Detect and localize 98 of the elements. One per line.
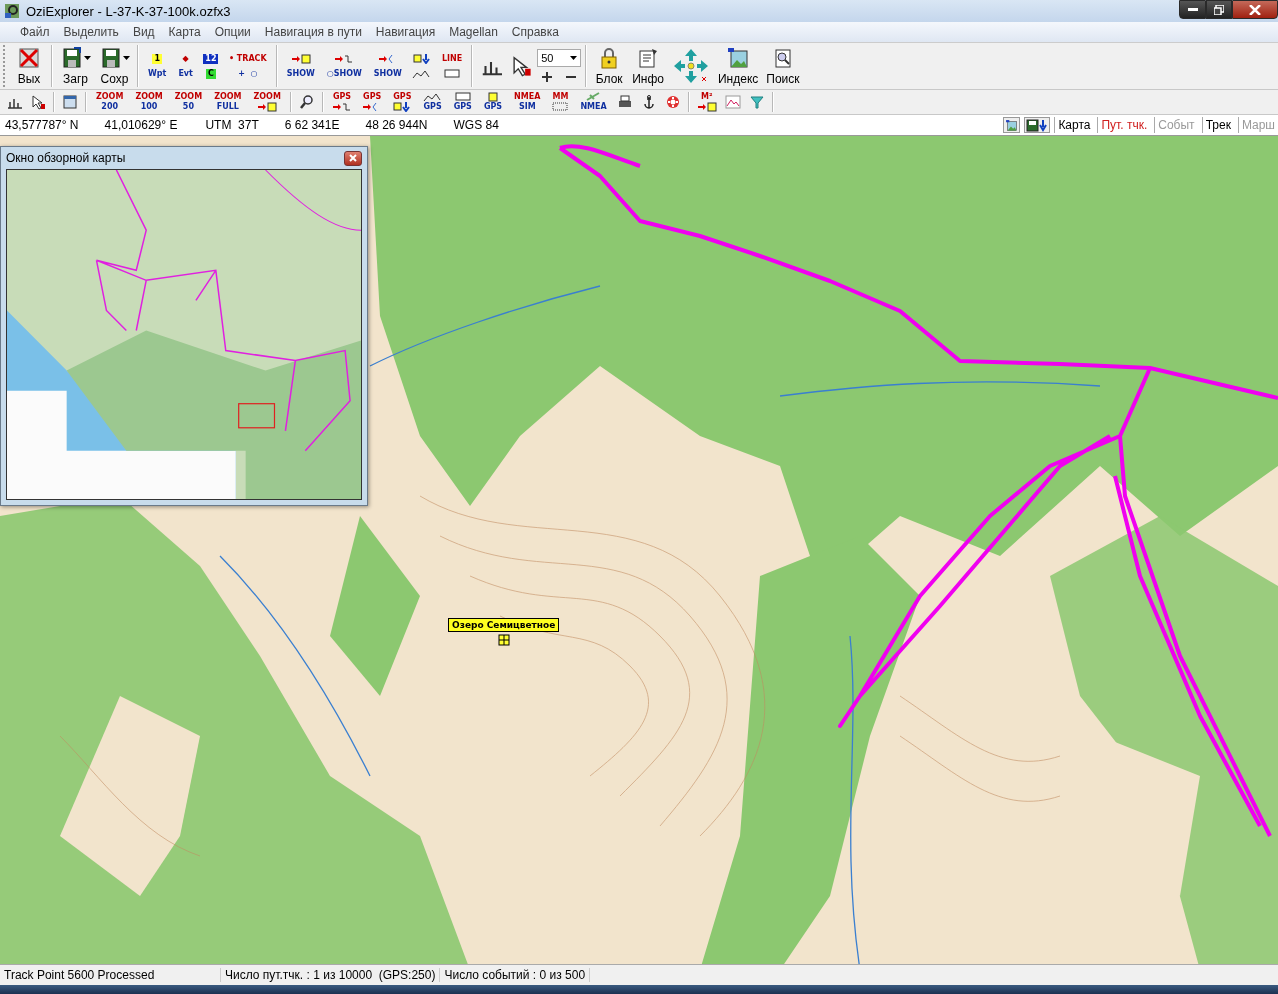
- route-arrow-icon: [331, 102, 352, 112]
- box-down-arrow-icon: [392, 102, 413, 112]
- toolbar-button[interactable]: NMEA: [575, 92, 612, 112]
- toolbar-button[interactable]: Сохр: [96, 45, 133, 87]
- toolbar-button[interactable]: ZOOM 100: [130, 92, 168, 112]
- status-text: Число пут.тчк. : 1 из 10000 (GPS:250): [221, 968, 441, 982]
- toolbar-button[interactable]: GPS: [478, 92, 508, 112]
- toolbar-button[interactable]: GPS: [358, 92, 387, 112]
- toolbar-button[interactable]: M²: [693, 92, 720, 112]
- graph-icon: [724, 94, 741, 110]
- printer-icon: [616, 94, 633, 110]
- close-icon: [1249, 4, 1261, 15]
- toolbar-button[interactable]: GPS: [448, 92, 477, 112]
- menu-item[interactable]: Навигация в пути: [258, 24, 368, 40]
- panel-tab[interactable]: Карта: [1054, 117, 1094, 133]
- arrow-box-icon: [257, 102, 278, 112]
- status-text: Track Point 5600 Processed: [0, 968, 221, 982]
- caret-icon: [570, 56, 578, 60]
- badge-text: 1: [152, 53, 162, 64]
- toolbar-button[interactable]: NMEA SIM: [509, 92, 546, 112]
- badge-text: C: [205, 68, 216, 79]
- picture-icon: [1005, 118, 1019, 132]
- close-button[interactable]: [344, 150, 362, 166]
- toolbar-button[interactable]: Индекс: [714, 45, 762, 87]
- search-icon: [298, 94, 315, 110]
- toolbar-button[interactable]: MM: [547, 92, 574, 112]
- menu-item[interactable]: Вид: [126, 24, 161, 40]
- toolbar-button[interactable]: ZOOM FULL: [209, 92, 247, 112]
- menu-item[interactable]: Magellan: [443, 24, 504, 40]
- toolbar-button[interactable]: • TRACK + ○: [223, 45, 272, 87]
- map-image-button[interactable]: [1003, 117, 1021, 133]
- panel-tab[interactable]: Трек: [1201, 117, 1234, 133]
- toolbar-button[interactable]: GPS: [327, 92, 357, 112]
- coordinate-text: 41,010629° E: [104, 118, 178, 132]
- rectangle-icon: [452, 92, 473, 102]
- coordinate-text: UTM 37T: [205, 118, 259, 132]
- funnel-icon: [748, 94, 765, 110]
- profile-icon: [411, 68, 432, 79]
- window-title: OziExplorer - L-37-K-37-100k.ozfx3: [26, 3, 231, 19]
- toolbar-button[interactable]: SHOW: [368, 45, 407, 87]
- toolbar-button[interactable]: ZOOM 200: [91, 92, 129, 112]
- pointer-icon: [510, 55, 533, 77]
- toolbar-button[interactable]: Поиск: [763, 45, 803, 87]
- toolbar-button[interactable]: GPS: [388, 92, 417, 112]
- panel-tab[interactable]: Пут. тчк.: [1097, 117, 1151, 133]
- app-logo-icon: [4, 3, 20, 19]
- toolbar-button[interactable]: ◆ Evt: [173, 45, 198, 87]
- menu-item[interactable]: Навигация: [369, 24, 442, 40]
- zoom-dropdown[interactable]: 50: [537, 49, 582, 67]
- arrow-box-icon: [290, 53, 311, 64]
- dotted-frame-icon: [550, 102, 571, 112]
- coordinate-text: 6 62 341E: [284, 118, 340, 132]
- menu-item[interactable]: Выделить: [57, 24, 125, 40]
- menu-item[interactable]: Карта: [162, 24, 207, 40]
- coordinate-text: 43,577787° N: [5, 118, 79, 132]
- floppy-disk-arrow-icon: [1026, 118, 1049, 132]
- caret-icon: [123, 56, 130, 60]
- box-down-arrow-icon: [411, 53, 432, 64]
- toolbar-button[interactable]: LINE: [436, 45, 468, 87]
- toolbar-button[interactable]: Загр: [57, 45, 94, 87]
- toolbar-button[interactable]: GPS: [418, 92, 447, 112]
- badge-text: 12: [203, 53, 219, 64]
- plus-icon: [542, 72, 553, 82]
- caret-icon: [84, 56, 91, 60]
- restore-icon: [1214, 4, 1224, 15]
- coordinate-text: WGS 84: [453, 118, 499, 132]
- toolbar-button[interactable]: Вых: [11, 45, 47, 87]
- menu-item[interactable]: Справка: [505, 24, 565, 40]
- toolbar-button[interactable]: ZOOM: [248, 92, 286, 112]
- route-arrow-icon: [334, 53, 355, 64]
- close-icon: [349, 154, 357, 162]
- save-dropdown-button[interactable]: [1024, 117, 1051, 133]
- overview-window-title: Окно обзорной карты: [6, 151, 126, 165]
- menu-item[interactable]: Файл: [14, 24, 56, 40]
- menu-item[interactable]: Опции: [208, 24, 257, 40]
- exit-icon: [17, 46, 41, 70]
- picture-icon: [726, 46, 751, 70]
- restore-button[interactable]: [1206, 0, 1232, 19]
- toolbar-button[interactable]: 1 Wpt: [143, 45, 172, 87]
- waypoint-label[interactable]: Озеро Семицветное: [448, 618, 560, 632]
- rectangle-icon: [442, 68, 463, 79]
- lifebuoy-icon: [664, 94, 681, 110]
- toolbar-button[interactable]: ZOOM 50: [169, 92, 208, 112]
- toolbar-button[interactable]: 12 C: [199, 45, 222, 87]
- close-button[interactable]: [1232, 0, 1278, 19]
- arrow-box-icon: [696, 102, 717, 112]
- window-icon: [62, 94, 78, 110]
- toolbar-button[interactable]: SHOW: [281, 45, 320, 87]
- toolbar-button[interactable]: ○SHOW: [321, 45, 367, 87]
- minimize-icon: [1187, 7, 1198, 12]
- toolbar-button[interactable]: Блок: [591, 45, 628, 87]
- profile-icon: [422, 92, 443, 102]
- toolbar-button[interactable]: Инфо: [629, 45, 667, 87]
- minimize-button[interactable]: [1179, 0, 1206, 19]
- pointer-icon: [30, 94, 46, 110]
- coordinate-text: 48 26 944N: [365, 118, 428, 132]
- status-text: Число событий : 0 из 500: [440, 968, 591, 982]
- waypoint-grid-icon[interactable]: [497, 634, 510, 646]
